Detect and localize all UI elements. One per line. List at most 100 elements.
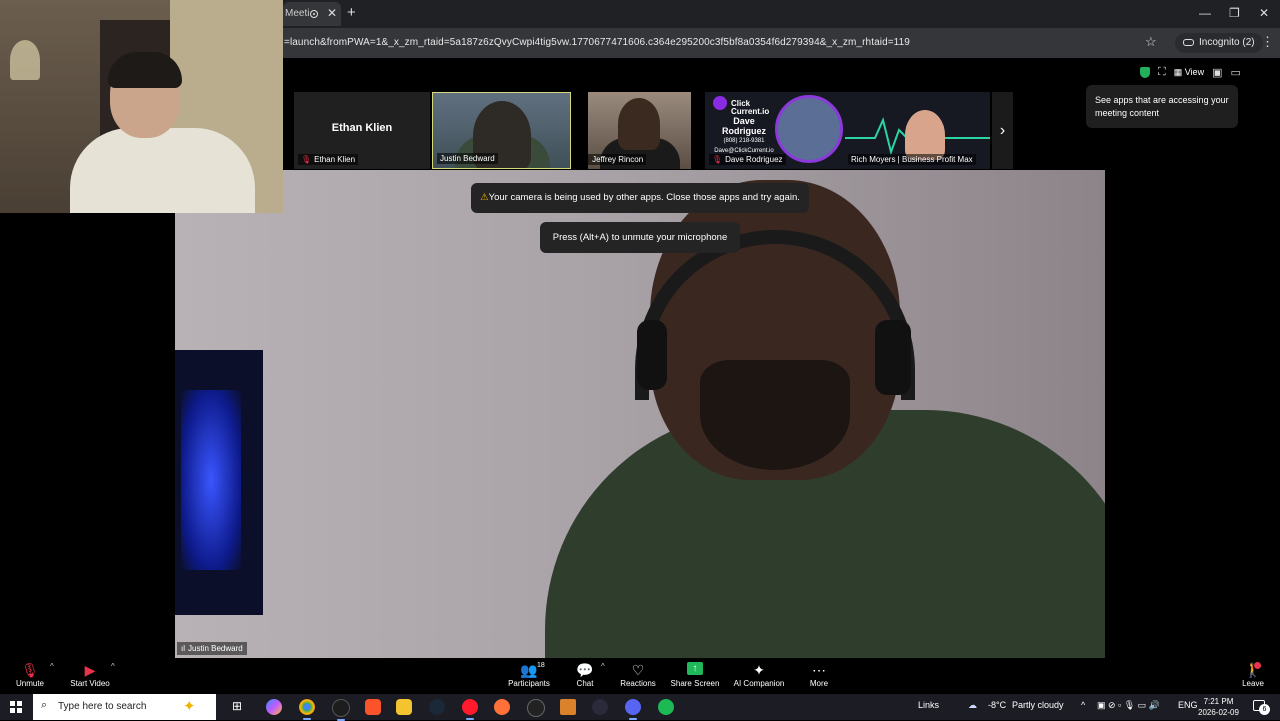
participant-tile-justin[interactable]: Justin Bedward [432, 92, 571, 169]
unmute-hint-toast: Press (Alt+A) to unmute your microphone [540, 222, 740, 253]
brave-icon[interactable] [365, 699, 381, 715]
windows-taskbar: ⌕ Type here to search ✦ ⊞ Links ☁ -8°C P… [0, 694, 1280, 721]
weather-icon: ☁ [968, 700, 977, 710]
participant-tile-dave-rich[interactable]: Click Current.io Dave Rodriguez (808) 218… [705, 92, 990, 169]
search-placeholder: Type here to search [58, 701, 147, 712]
bookmark-star-icon[interactable]: ☆ [1145, 34, 1157, 50]
fullscreen-icon[interactable]: ⛶ [1158, 66, 1166, 79]
tile-name-label: 🎙Jeffrey Rincon [588, 154, 647, 165]
share-screen-button[interactable]: ↑ Share Screen [670, 662, 720, 688]
browser-tab[interactable]: Meeti ✕ [283, 2, 341, 26]
app-icon-a[interactable] [560, 699, 576, 715]
participants-count-badge: 18 [537, 662, 545, 669]
video-options-caret[interactable]: ^ [111, 662, 115, 671]
close-tab-icon[interactable]: ✕ [327, 6, 337, 20]
obs-icon[interactable] [332, 699, 350, 721]
background-pc-case [175, 350, 263, 615]
copilot-icon[interactable] [266, 699, 282, 715]
opera-icon[interactable] [462, 699, 478, 720]
mic-muted-icon: 🎙 [21, 662, 39, 678]
unmute-button[interactable]: 🎙 Unmute [14, 662, 46, 688]
tray-icons[interactable]: ▣ ⊘ ▫ 🎙 ▭ 🔊 [1097, 700, 1160, 711]
headphone-cup-left [637, 320, 667, 390]
encryption-shield-icon[interactable] [1140, 67, 1150, 78]
headphone-cup-right [875, 320, 911, 395]
steam-icon[interactable] [429, 699, 445, 715]
more-button[interactable]: ⋯ More [807, 662, 831, 688]
share-screen-icon: ↑ [687, 662, 703, 675]
taskbar-clock[interactable]: 7:21 PM 2026-02-09 [1198, 696, 1239, 718]
view-label: View [1184, 67, 1205, 77]
app-icon-arrow[interactable] [592, 699, 608, 715]
search-highlight-icon: ✦ [183, 698, 196, 715]
dave-avatar [775, 95, 843, 163]
tile-name-label: 🎙 Dave Rodriguez [709, 154, 786, 165]
links-toolbar[interactable]: Links [918, 700, 939, 710]
camera-warning-toast: ⚠Your camera is being used by other apps… [471, 183, 809, 213]
chrome-icon[interactable] [299, 699, 315, 720]
incognito-button[interactable]: Incognito (2) [1175, 33, 1263, 53]
video-off-icon: ▶ [84, 662, 96, 678]
mic-muted-icon: 🎙 [301, 155, 312, 164]
close-window-button[interactable]: ✕ [1259, 6, 1269, 20]
speaker-name-label: ıl Justin Bedward [177, 642, 247, 655]
chat-window-icon[interactable]: ▭ [1230, 66, 1240, 79]
signal-bars-icon: ıl [181, 644, 185, 653]
clickcurrent-logo-icon [713, 96, 727, 110]
url-field[interactable]: =launch&fromPWA=1&_x_zm_rtaid=5a187z6zQv… [284, 37, 910, 48]
browser-menu-icon[interactable]: ⋮ [1261, 34, 1274, 50]
audio-options-caret[interactable]: ^ [50, 662, 54, 671]
mic-muted-icon: 🎙 [588, 155, 589, 164]
media-player-icon[interactable] [527, 699, 545, 717]
tray-overflow-icon[interactable]: ^ [1081, 700, 1085, 710]
weather-temp[interactable]: -8°C [988, 700, 1006, 710]
firefox-icon[interactable] [494, 699, 510, 715]
participant-video-head [618, 98, 660, 150]
tab-title: Meeti [285, 8, 310, 19]
windows-start-icon[interactable] [10, 701, 22, 713]
start-video-button[interactable]: ▶ Start Video [68, 662, 112, 688]
view-button[interactable]: ▦ View [1174, 67, 1204, 78]
minimize-button[interactable]: — [1199, 6, 1211, 20]
weather-text[interactable]: Partly cloudy [1012, 700, 1064, 710]
reactions-button[interactable]: ♡ Reactions [619, 662, 657, 688]
incognito-label: Incognito (2) [1199, 37, 1255, 48]
participant-tile-ethan[interactable]: Ethan Klien 🎙 Ethan Klien [294, 92, 430, 169]
sparkle-icon: ✦ [753, 662, 765, 678]
new-tab-button[interactable]: + [347, 4, 356, 21]
spotify-icon[interactable] [658, 699, 674, 715]
recording-icon [310, 10, 318, 18]
streamer-webcam-overlay [0, 0, 283, 213]
task-view-icon[interactable]: ⊞ [232, 699, 248, 715]
tile-name-label: Rich Moyers | Business Profit Max [848, 154, 976, 165]
heart-icon: ♡ [631, 662, 645, 678]
leave-indicator [1254, 662, 1261, 669]
mic-muted-icon: 🎙 [712, 155, 723, 164]
search-icon: ⌕ [41, 699, 48, 711]
chat-icon: 💬 [576, 662, 594, 678]
taskbar-search-box[interactable]: ⌕ Type here to search ✦ [33, 694, 216, 720]
ai-companion-button[interactable]: ✦ AI Companion [732, 662, 786, 688]
next-page-arrow[interactable]: › [992, 92, 1013, 169]
more-icon: ⋯ [812, 662, 826, 678]
apps-access-tooltip: See apps that are accessing your meeting… [1086, 85, 1238, 128]
restore-button[interactable]: ❐ [1229, 6, 1240, 20]
chat-button[interactable]: 💬 Chat [574, 662, 596, 688]
notification-count: 6 [1259, 704, 1270, 715]
meeting-top-icons: ⛶ ▦ View ▣ ▭ [1140, 66, 1241, 79]
incognito-icon [1183, 38, 1194, 46]
apps-access-icon[interactable]: ▣ [1212, 66, 1222, 79]
tile-name-label: 🎙 Ethan Klien [298, 154, 359, 165]
dave-business-card: Dave Rodriguez (808) 218-9381 Dave@Click… [714, 116, 774, 154]
clickcurrent-logo: Click Current.io [731, 99, 770, 116]
rich-video [905, 110, 945, 160]
participant-tile-jeffrey[interactable]: 🎙Jeffrey Rincon [588, 92, 691, 169]
leave-icon: 🚶 [1244, 662, 1262, 678]
warning-icon: ⚠ [480, 192, 489, 203]
discord-icon[interactable] [625, 699, 641, 720]
leave-button[interactable]: 🚶 Leave [1240, 662, 1266, 688]
tile-name-label: Justin Bedward [437, 153, 498, 164]
file-explorer-icon[interactable] [396, 699, 412, 715]
chat-options-caret[interactable]: ^ [601, 662, 605, 671]
language-indicator[interactable]: ENG [1178, 700, 1198, 710]
